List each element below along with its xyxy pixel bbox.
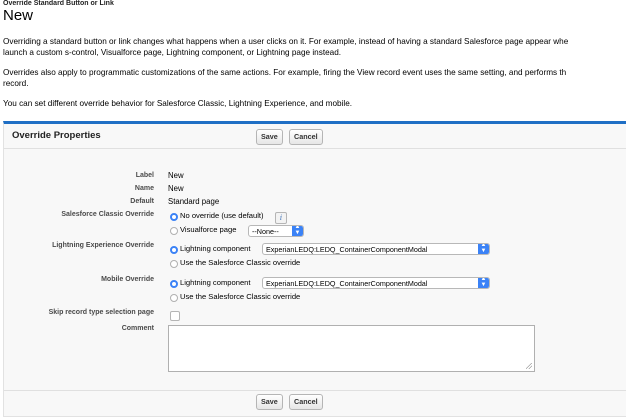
override-properties-panel: Override Properties Save Cancel Label Ne… <box>3 121 626 417</box>
select-arrows-icon: ▲ ▼ <box>478 278 489 288</box>
classic-no-override-radio[interactable] <box>170 213 178 221</box>
mobile-component-select-value: ExperianLEDQ:LEDQ_ContainerComponentModa… <box>266 279 428 288</box>
mobile-use-classic-radio[interactable] <box>170 294 178 302</box>
mobile-component-radio[interactable] <box>170 280 178 288</box>
description-paragraph-3: You can set different override behavior … <box>3 99 353 108</box>
classic-visualforce-radio[interactable] <box>170 227 178 235</box>
description-line: Overrides also apply to programmatic cus… <box>3 68 567 77</box>
description-paragraph-1: Overriding a standard button or link cha… <box>3 37 568 58</box>
lightning-component-select[interactable]: ExperianLEDQ:LEDQ_ContainerComponentModa… <box>262 243 490 255</box>
save-button-bottom[interactable]: Save <box>256 394 283 410</box>
description-paragraph-2: Overrides also apply to programmatic cus… <box>3 68 566 89</box>
visualforce-page-select-value: --None-- <box>252 227 279 236</box>
description-line: launch a custom s-control, Visualforce p… <box>3 47 342 57</box>
description-line: record. <box>3 78 29 88</box>
lightning-component-select-value: ExperianLEDQ:LEDQ_ContainerComponentModa… <box>266 245 428 254</box>
lightning-use-classic-text: Use the Salesforce Classic override <box>180 258 301 267</box>
classic-visualforce-text: Visualforce page <box>180 225 237 234</box>
description-line: Overriding a standard button or link cha… <box>3 37 569 46</box>
select-arrows-icon: ▲ ▼ <box>478 244 489 254</box>
resize-grip-icon[interactable] <box>526 363 532 369</box>
lightning-component-text: Lightning component <box>180 244 251 253</box>
mobile-override-label: Mobile Override <box>101 276 154 283</box>
save-button-top[interactable]: Save <box>256 129 283 145</box>
cancel-button-top[interactable]: Cancel <box>289 129 323 145</box>
info-icon[interactable]: i <box>275 212 287 224</box>
comment-label: Comment <box>121 325 154 332</box>
lightning-use-classic-radio[interactable] <box>170 260 178 268</box>
mobile-component-text: Lightning component <box>180 278 251 287</box>
cancel-button-bottom[interactable]: Cancel <box>289 394 323 410</box>
footer-divider <box>4 390 626 391</box>
page-title: New <box>3 7 34 24</box>
label-field-value: New <box>168 171 184 180</box>
mobile-use-classic-text: Use the Salesforce Classic override <box>180 292 301 301</box>
visualforce-page-select[interactable]: --None-- ▲ ▼ <box>248 225 304 237</box>
lightning-override-label: Lightning Experience Override <box>52 242 154 249</box>
skip-record-type-label: Skip record type selection page <box>48 309 154 316</box>
panel-header: Override Properties Save Cancel <box>4 124 626 149</box>
label-field-label: Label <box>135 172 154 179</box>
classic-no-override-text: No override (use default) <box>180 211 264 220</box>
mobile-component-select[interactable]: ExperianLEDQ:LEDQ_ContainerComponentModa… <box>262 277 490 289</box>
name-field-value: New <box>168 184 184 193</box>
classic-override-label: Salesforce Classic Override <box>61 211 154 218</box>
skip-record-type-checkbox[interactable] <box>170 311 180 321</box>
default-field-label: Default <box>130 198 154 205</box>
lightning-component-radio[interactable] <box>170 246 178 254</box>
breadcrumb: Override Standard Button or Link <box>3 0 114 7</box>
panel-title: Override Properties <box>12 130 101 141</box>
select-arrows-icon: ▲ ▼ <box>292 226 303 236</box>
default-field-value: Standard page <box>168 197 220 206</box>
comment-textarea[interactable] <box>168 325 535 372</box>
name-field-label: Name <box>134 185 154 192</box>
